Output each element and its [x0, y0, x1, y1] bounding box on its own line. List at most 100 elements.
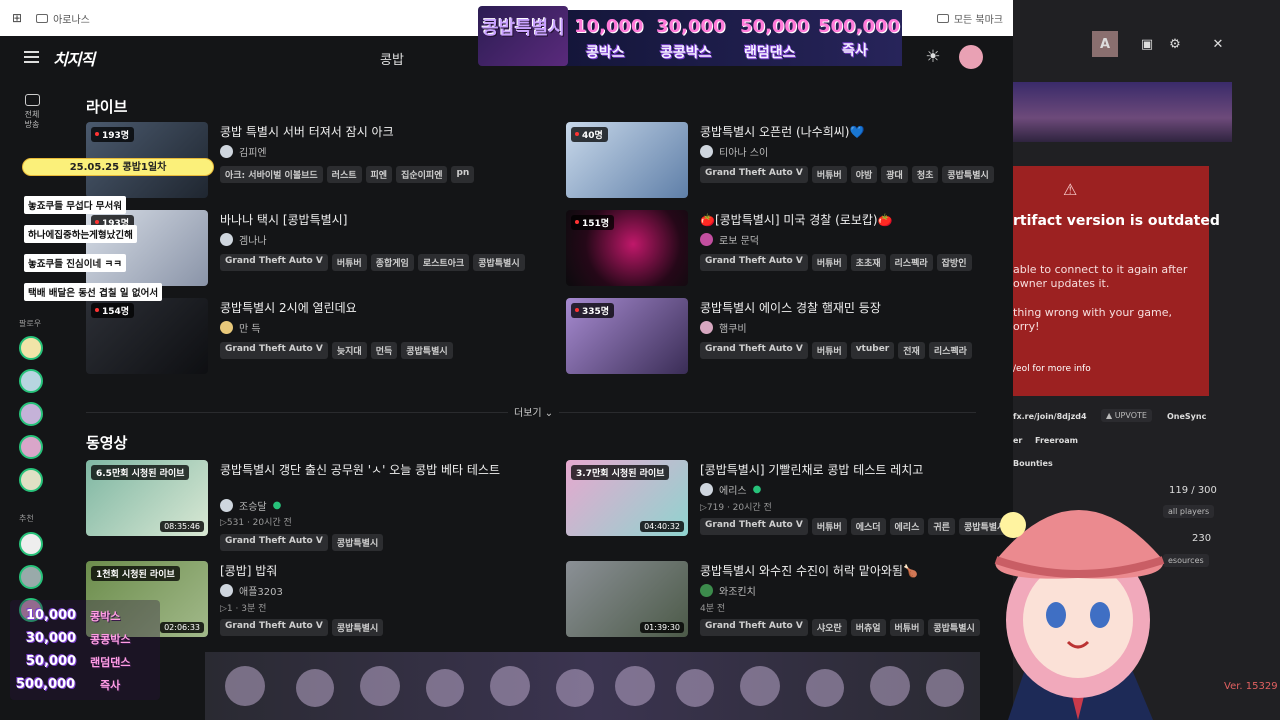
- tag[interactable]: 버튜버: [812, 518, 847, 535]
- card-title[interactable]: 콩밥특별시 갱단 출신 공무원 'ㅅ' 오늘 콩밥 베타 테스트: [220, 462, 510, 478]
- more-button[interactable]: 더보기 ⌄: [508, 404, 559, 419]
- tag[interactable]: Grand Theft Auto V: [700, 518, 808, 535]
- close-icon[interactable]: ✕: [1205, 31, 1231, 57]
- tag[interactable]: 초초재: [851, 254, 886, 271]
- notifications-icon[interactable]: ▣: [1134, 31, 1160, 57]
- sidebar-item-all-live[interactable]: 전체 방송: [18, 94, 46, 130]
- live-thumbnail[interactable]: 154명: [86, 298, 208, 374]
- theme-icon[interactable]: ☀: [921, 45, 945, 69]
- gear-icon[interactable]: ⚙: [1162, 31, 1188, 57]
- tag[interactable]: 버튜버: [332, 254, 367, 271]
- live-card[interactable]: 154명 콩밥특별시 2시에 열린데요 만 득 Grand Theft Auto…: [86, 298, 506, 378]
- recommended-channel-avatar[interactable]: [19, 532, 43, 556]
- tag[interactable]: Grand Theft Auto V: [220, 342, 328, 359]
- apps-grid-icon[interactable]: ⊞: [12, 11, 22, 25]
- card-channel[interactable]: 조승달●: [220, 498, 281, 513]
- card-channel[interactable]: 애플3203: [220, 583, 283, 598]
- tag[interactable]: 리스펙라: [890, 254, 933, 271]
- tag[interactable]: 콩밥특별시: [942, 166, 993, 183]
- live-card[interactable]: 193명 바나나 택시 [콩밥특별시] 겜나나 Grand Theft Auto…: [86, 210, 506, 290]
- tag[interactable]: 버츄얼: [851, 619, 886, 636]
- followed-channel-avatar[interactable]: [19, 336, 43, 360]
- tag[interactable]: 귀른: [928, 518, 955, 535]
- card-channel[interactable]: 로보 문덕: [700, 232, 759, 247]
- tag[interactable]: pn: [451, 166, 474, 183]
- user-avatar[interactable]: A: [1092, 31, 1118, 57]
- followed-channel-avatar[interactable]: [19, 468, 43, 492]
- live-thumbnail[interactable]: 193명: [86, 210, 208, 286]
- video-thumbnail[interactable]: 3.7만회 시청된 라이브 04:40:32: [566, 460, 688, 536]
- tag[interactable]: 아크: 서바이벌 이볼브드: [220, 166, 323, 183]
- tag[interactable]: 샤오란: [812, 619, 847, 636]
- tag[interactable]: 먼득: [371, 342, 398, 359]
- followed-channel-avatar[interactable]: [19, 402, 43, 426]
- tag[interactable]: 청초: [912, 166, 939, 183]
- tag[interactable]: 버튜버: [812, 254, 847, 271]
- tag[interactable]: 에리스: [890, 518, 925, 535]
- tag[interactable]: 리스펙라: [929, 342, 972, 359]
- card-channel[interactable]: 만 득: [220, 320, 261, 335]
- video-card[interactable]: 01:39:30 콩밥특별시 와수진 수진이 허락 맡아와됨🍗 와조킨치 4분 …: [566, 561, 986, 641]
- join-link[interactable]: fx.re/join/8djzd4: [1013, 412, 1087, 421]
- card-channel[interactable]: 와조킨치: [700, 583, 756, 598]
- card-channel[interactable]: 햄쿠비: [700, 320, 747, 335]
- tag[interactable]: Grand Theft Auto V: [700, 254, 808, 271]
- tag[interactable]: 버튜버: [890, 619, 925, 636]
- card-channel[interactable]: 에리스●: [700, 482, 761, 497]
- tag[interactable]: 버튜버: [812, 166, 847, 183]
- profile-avatar[interactable]: [959, 45, 983, 69]
- tag[interactable]: 러스트: [327, 166, 362, 183]
- card-title[interactable]: 콩밥 특별시 서버 터져서 잠시 아크: [220, 124, 510, 140]
- card-title[interactable]: 콩밥특별시 에이스 경찰 햄재민 등장: [700, 300, 990, 316]
- card-title[interactable]: 콩밥특별시 와수진 수진이 허락 맡아와됨🍗: [700, 563, 990, 579]
- video-card[interactable]: 3.7만회 시청된 라이브 04:40:32 [콩밥특별시] 기빨린채로 콩밥 …: [566, 460, 986, 540]
- live-thumbnail[interactable]: 40명: [566, 122, 688, 198]
- tag[interactable]: Grand Theft Auto V: [220, 254, 328, 271]
- card-title[interactable]: [콩밥특별시] 기빨린채로 콩밥 테스트 레치고: [700, 462, 990, 478]
- live-thumbnail[interactable]: 335명: [566, 298, 688, 374]
- tag[interactable]: 야밤: [851, 166, 878, 183]
- card-title[interactable]: 🍅[콩밥특별시] 미국 경찰 (로보캅)🍅: [700, 212, 990, 228]
- card-channel[interactable]: 겜나나: [220, 232, 267, 247]
- tag[interactable]: Grand Theft Auto V: [220, 534, 328, 551]
- tag[interactable]: Grand Theft Auto V: [700, 342, 808, 359]
- video-thumbnail[interactable]: 6.5만회 시청된 라이브 08:35:46: [86, 460, 208, 536]
- tag[interactable]: 콩밥특별시: [473, 254, 524, 271]
- tag[interactable]: Grand Theft Auto V: [700, 619, 808, 636]
- tag[interactable]: 종합게임: [371, 254, 414, 271]
- card-channel[interactable]: 티아나 스이: [700, 144, 768, 159]
- eol-link[interactable]: /eol for more info: [1013, 364, 1091, 374]
- followed-channel-avatar[interactable]: [19, 369, 43, 393]
- live-thumbnail[interactable]: 151명: [566, 210, 688, 286]
- bookmark-folder[interactable]: 아로나스: [36, 11, 90, 26]
- tag[interactable]: 전재: [898, 342, 925, 359]
- card-channel[interactable]: 김피엔: [220, 144, 267, 159]
- live-card[interactable]: 335명 콩밥특별시 에이스 경찰 햄재민 등장 햄쿠비 Grand Theft…: [566, 298, 986, 378]
- card-title[interactable]: 콩밥특별시 2시에 열린데요: [220, 300, 510, 316]
- tag[interactable]: 콩밥특별시: [332, 619, 383, 636]
- followed-channel-avatar[interactable]: [19, 435, 43, 459]
- card-title[interactable]: 콩밥특별시 오픈런 (나수희씨)💙: [700, 124, 990, 140]
- tag[interactable]: 늦지대: [332, 342, 367, 359]
- tag[interactable]: 버튜버: [812, 342, 847, 359]
- live-card[interactable]: 151명 🍅[콩밥특별시] 미국 경찰 (로보캅)🍅 로보 문덕 Grand T…: [566, 210, 986, 290]
- upvote-button[interactable]: ▲ UPVOTE: [1101, 409, 1152, 422]
- tag[interactable]: 에스더: [851, 518, 886, 535]
- tag[interactable]: 광대: [881, 166, 908, 183]
- menu-icon[interactable]: [24, 51, 39, 63]
- tag[interactable]: 로스트아크: [418, 254, 469, 271]
- tag[interactable]: 피엔: [366, 166, 393, 183]
- live-card[interactable]: 40명 콩밥특별시 오픈런 (나수희씨)💙 티아나 스이 Grand Theft…: [566, 122, 986, 202]
- tag[interactable]: Grand Theft Auto V: [700, 166, 808, 183]
- tag[interactable]: 콩밥특별시: [401, 342, 452, 359]
- tag[interactable]: 잡방인: [937, 254, 972, 271]
- site-logo[interactable]: 치지직: [53, 46, 94, 70]
- tag[interactable]: 집순이피엔: [396, 166, 447, 183]
- video-thumbnail[interactable]: 01:39:30: [566, 561, 688, 637]
- video-card[interactable]: 6.5만회 시청된 라이브 08:35:46 콩밥특별시 갱단 출신 공무원 '…: [86, 460, 506, 540]
- tag[interactable]: Grand Theft Auto V: [220, 619, 328, 636]
- recommended-channel-avatar[interactable]: [19, 565, 43, 589]
- card-title[interactable]: [콩밥] 밥줘: [220, 563, 510, 579]
- tag[interactable]: vtuber: [851, 342, 895, 359]
- tag[interactable]: 콩밥특별시: [332, 534, 383, 551]
